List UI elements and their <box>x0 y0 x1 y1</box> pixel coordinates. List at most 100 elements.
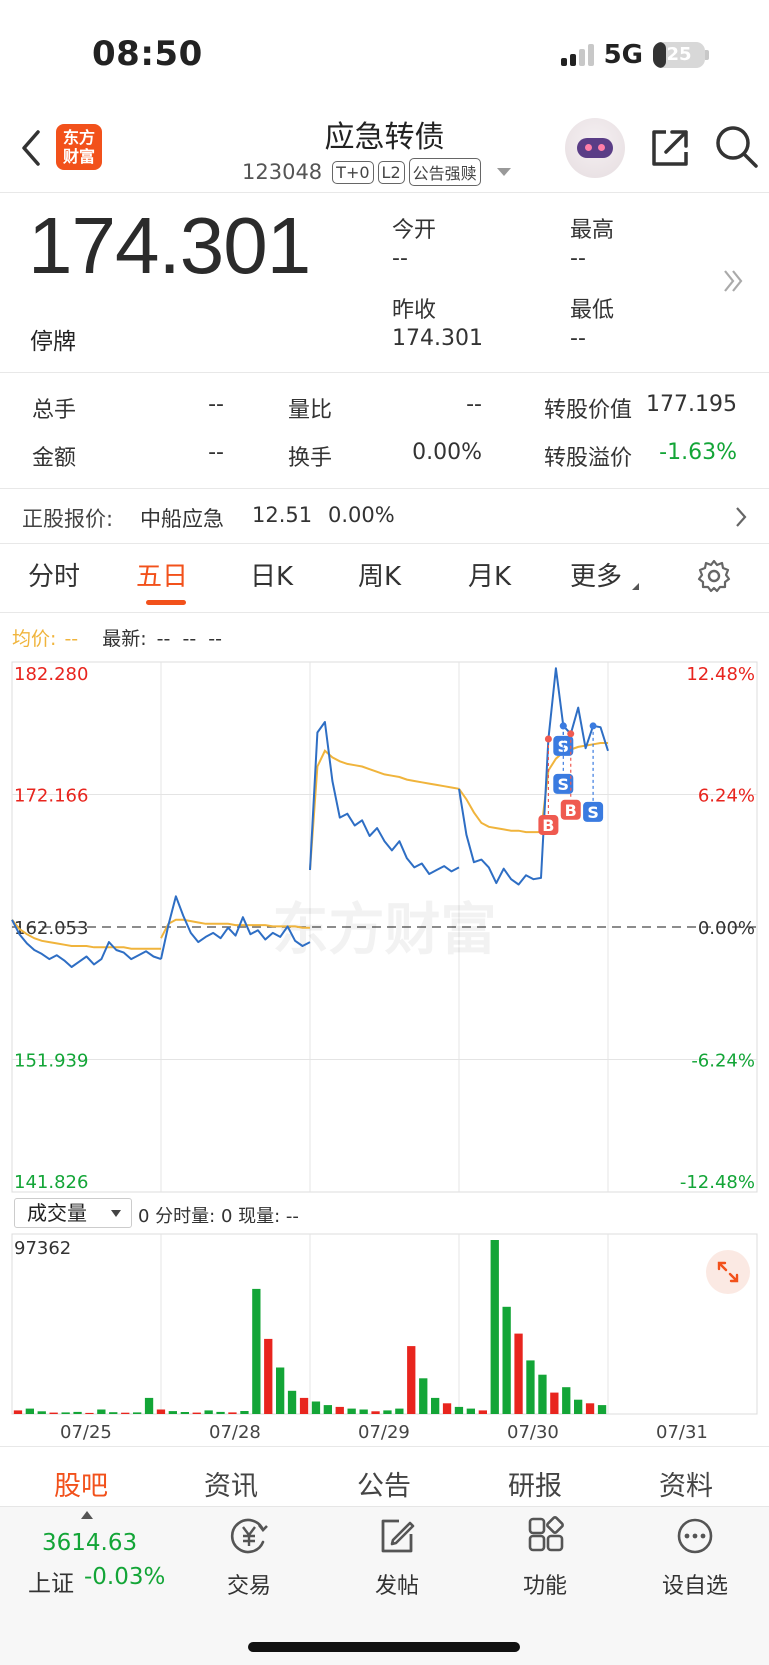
volume-bar <box>276 1367 285 1414</box>
search-icon[interactable] <box>714 124 760 170</box>
conversion-value: 177.195 <box>646 392 737 417</box>
high-label: 最高 <box>570 218 615 243</box>
volume-bar <box>13 1410 23 1414</box>
tab-daily-k[interactable]: 日K <box>250 556 293 593</box>
trade-marker-label: B <box>542 816 554 835</box>
tab-profile[interactable]: 资料 <box>659 1464 713 1503</box>
tab-intraday[interactable]: 分时 <box>28 556 80 593</box>
volume-frame <box>11 1233 758 1415</box>
tab-announcements[interactable]: 公告 <box>357 1464 411 1503</box>
tab-research[interactable]: 研报 <box>508 1464 562 1503</box>
chevron-right-icon <box>736 507 747 527</box>
prev-close-value: 174.301 <box>392 326 483 351</box>
yuan-trade-icon <box>230 1518 268 1554</box>
security-subline[interactable]: 123048 T+0 L2 公告强赎 <box>242 158 511 186</box>
battery-level: 25 <box>666 44 692 65</box>
robot-avatar-icon[interactable] <box>565 118 625 178</box>
tab-more[interactable]: 更多 <box>570 556 640 593</box>
volume-bar <box>478 1410 487 1414</box>
underlying-label: 正股报价: <box>22 507 114 531</box>
volume-bar <box>383 1410 392 1414</box>
dock-add-watchlist[interactable]: 设自选 <box>650 1516 740 1600</box>
date-label: 07/25 <box>60 1422 112 1443</box>
tab-more-label: 更多 <box>570 562 623 592</box>
low-value: -- <box>570 326 586 351</box>
dock-functions-label: 功能 <box>522 1574 567 1599</box>
volume-bar <box>514 1333 523 1414</box>
dock-trade-label: 交易 <box>226 1574 271 1599</box>
date-label: 07/28 <box>209 1422 261 1443</box>
index-value: 3614.63 <box>42 1530 138 1556</box>
tab-weekly-k[interactable]: 周K <box>358 556 401 593</box>
volume-bar <box>133 1412 142 1414</box>
share-icon[interactable] <box>648 126 692 170</box>
volume-bar <box>192 1412 201 1414</box>
dock-add-watchlist-label: 设自选 <box>661 1574 728 1599</box>
volume-bar <box>168 1411 177 1414</box>
tab-forum[interactable]: 股吧 <box>54 1464 108 1503</box>
y-axis-percent-label: 6.24% <box>698 786 755 807</box>
tag-forced-redemption: 公告强赎 <box>408 158 481 186</box>
volume-bar <box>287 1390 297 1414</box>
chart-info-line: 均价: -- 最新: -- -- -- <box>12 624 222 651</box>
volume-bar <box>550 1392 559 1414</box>
volume-bar <box>347 1408 356 1414</box>
volume-bar <box>252 1288 261 1414</box>
fullscreen-button[interactable] <box>706 1250 750 1294</box>
avg-price-value: -- <box>64 628 79 650</box>
trade-marker-dot <box>544 735 552 743</box>
y-axis-tick-label: 172.166 <box>14 786 88 807</box>
open-label: 今开 <box>392 218 437 243</box>
trade-marker-dot <box>567 730 575 738</box>
chevron-down-icon[interactable] <box>496 168 511 176</box>
volume-bar <box>311 1401 321 1414</box>
y-axis-percent-label: 12.48% <box>686 664 755 685</box>
total-lots-value: -- <box>208 392 224 417</box>
underlying-price: 12.51 <box>252 503 313 527</box>
expand-right-icon[interactable] <box>722 268 744 294</box>
underlying-quote-row[interactable]: 正股报价: 中船应急 12.51 0.00% <box>0 489 769 543</box>
volume-indicator-select[interactable]: 成交量 <box>14 1198 132 1228</box>
tab-five-day[interactable]: 五日 <box>136 556 188 593</box>
trade-marker-label: S <box>587 803 599 822</box>
expand-icon <box>717 1261 739 1283</box>
volume-bar <box>216 1411 225 1414</box>
dock-trade[interactable]: 交易 <box>212 1516 286 1600</box>
gear-icon[interactable] <box>696 558 732 594</box>
prev-close-label: 昨收 <box>392 298 437 323</box>
volume-bar <box>37 1411 46 1414</box>
volume-bar <box>121 1412 130 1414</box>
tab-monthly-k[interactable]: 月K <box>468 556 511 593</box>
volume-bar <box>144 1397 154 1414</box>
tab-news[interactable]: 资讯 <box>204 1464 258 1503</box>
dock-post-label: 发帖 <box>374 1574 419 1599</box>
volume-bar <box>97 1409 106 1414</box>
volume-bar <box>156 1409 166 1414</box>
dock-functions[interactable]: 功能 <box>508 1516 582 1600</box>
price-line <box>309 721 460 875</box>
volume-bar <box>585 1403 595 1414</box>
volume-bar <box>85 1412 94 1414</box>
volume-bar <box>49 1412 58 1414</box>
volume-bar <box>490 1240 499 1414</box>
underlying-name: 中船应急 <box>140 507 224 531</box>
volume-bar <box>395 1408 404 1414</box>
total-lots-label: 总手 <box>32 398 77 423</box>
volume-bar <box>562 1387 571 1414</box>
index-change: -0.03% <box>84 1564 166 1590</box>
date-label: 07/30 <box>507 1422 559 1443</box>
volume-bar <box>61 1412 70 1414</box>
amount-value: -- <box>208 440 224 465</box>
dropdown-arrow-icon <box>111 1210 121 1217</box>
price-chart[interactable]: 东方财富 182.280 172.166 162.053 151.939 141.826 1… <box>0 660 769 1200</box>
content-tabs: 股吧 资讯 公告 研报 资料 <box>0 1464 769 1506</box>
y-axis-tick-label: 182.280 <box>14 664 88 685</box>
chart-tabs: 分时 五日 日K 周K 月K 更多 <box>0 556 769 606</box>
volume-chart[interactable]: 97362 <box>0 1232 769 1416</box>
index-ticker[interactable]: 3614.63 上证 -0.03% <box>22 1530 182 1600</box>
volume-bar <box>442 1403 452 1414</box>
volume-bar <box>538 1374 547 1414</box>
volume-ratio-label: 量比 <box>288 398 333 423</box>
dock-post[interactable]: 发帖 <box>360 1516 434 1600</box>
trade-marker-label: B <box>565 801 577 820</box>
